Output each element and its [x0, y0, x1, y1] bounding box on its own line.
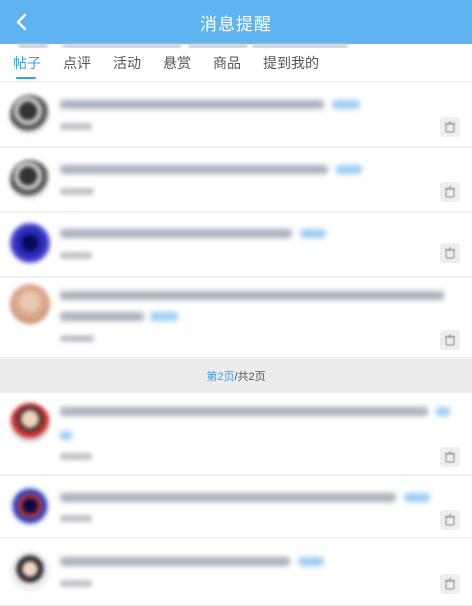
current-page: 第2页	[206, 371, 235, 383]
avatar	[10, 95, 50, 135]
trash-icon	[445, 334, 455, 346]
delete-button[interactable]	[440, 117, 460, 137]
message-text	[60, 165, 328, 174]
timestamp	[60, 335, 94, 342]
avatar	[10, 223, 50, 263]
total-pages: /共2页	[234, 371, 266, 383]
avatar	[10, 284, 50, 324]
view-link[interactable]	[336, 165, 362, 174]
page-indicator: 第2页/共2页	[0, 359, 472, 393]
chevron-left-icon	[16, 13, 27, 31]
category-tabs: 帖子 点评 活动 悬赏 商品 提到我的	[0, 48, 472, 82]
list-item[interactable]	[0, 539, 472, 606]
message-text-continued	[60, 312, 144, 321]
tab-products[interactable]: 商品	[213, 48, 241, 82]
message-text	[60, 557, 290, 566]
trash-icon	[445, 121, 455, 133]
tab-mentions[interactable]: 提到我的	[263, 48, 319, 82]
delete-button[interactable]	[440, 182, 460, 202]
delete-button[interactable]	[440, 574, 460, 594]
tab-activities[interactable]: 活动	[113, 48, 141, 82]
message-text	[60, 493, 396, 502]
avatar	[10, 160, 50, 200]
tab-posts[interactable]: 帖子	[13, 48, 41, 82]
view-link[interactable]	[298, 557, 324, 566]
delete-button[interactable]	[440, 510, 460, 530]
message-text	[60, 291, 444, 300]
trash-icon	[445, 514, 455, 526]
list-item[interactable]	[0, 278, 472, 358]
message-reminder-page: 消息提醒 帖子 点评 活动 悬赏 商品 提到我的 第2页 /共2页	[0, 0, 472, 606]
view-link[interactable]	[436, 407, 450, 416]
avatar	[10, 551, 50, 591]
view-link[interactable]	[150, 312, 178, 321]
trash-icon	[445, 578, 455, 590]
avatar	[10, 403, 50, 443]
timestamp	[60, 123, 92, 130]
delete-button[interactable]	[440, 330, 460, 350]
delete-button[interactable]	[440, 243, 460, 263]
trash-icon	[445, 247, 455, 259]
trash-icon	[445, 451, 455, 463]
tab-rewards[interactable]: 悬赏	[163, 48, 191, 82]
view-link[interactable]	[404, 493, 430, 502]
list-item[interactable]	[0, 393, 472, 475]
trash-icon	[445, 186, 455, 198]
list-item[interactable]	[0, 213, 472, 277]
list-item[interactable]	[0, 476, 472, 538]
tab-reviews[interactable]: 点评	[63, 48, 91, 82]
timestamp	[60, 188, 94, 195]
message-text	[60, 100, 324, 109]
view-link-continued[interactable]	[60, 431, 72, 440]
page-title: 消息提醒	[200, 14, 272, 34]
timestamp	[60, 580, 92, 587]
view-link[interactable]	[300, 229, 326, 238]
message-text	[60, 229, 292, 238]
view-link[interactable]	[332, 100, 360, 109]
timestamp	[60, 453, 92, 460]
timestamp	[60, 515, 92, 522]
timestamp	[60, 252, 92, 259]
list-item[interactable]	[0, 83, 472, 147]
top-bar: 消息提醒	[0, 0, 472, 44]
list-item[interactable]	[0, 148, 472, 212]
delete-button[interactable]	[440, 447, 460, 467]
avatar	[10, 486, 50, 526]
back-button[interactable]	[8, 8, 36, 36]
message-text	[60, 407, 428, 416]
